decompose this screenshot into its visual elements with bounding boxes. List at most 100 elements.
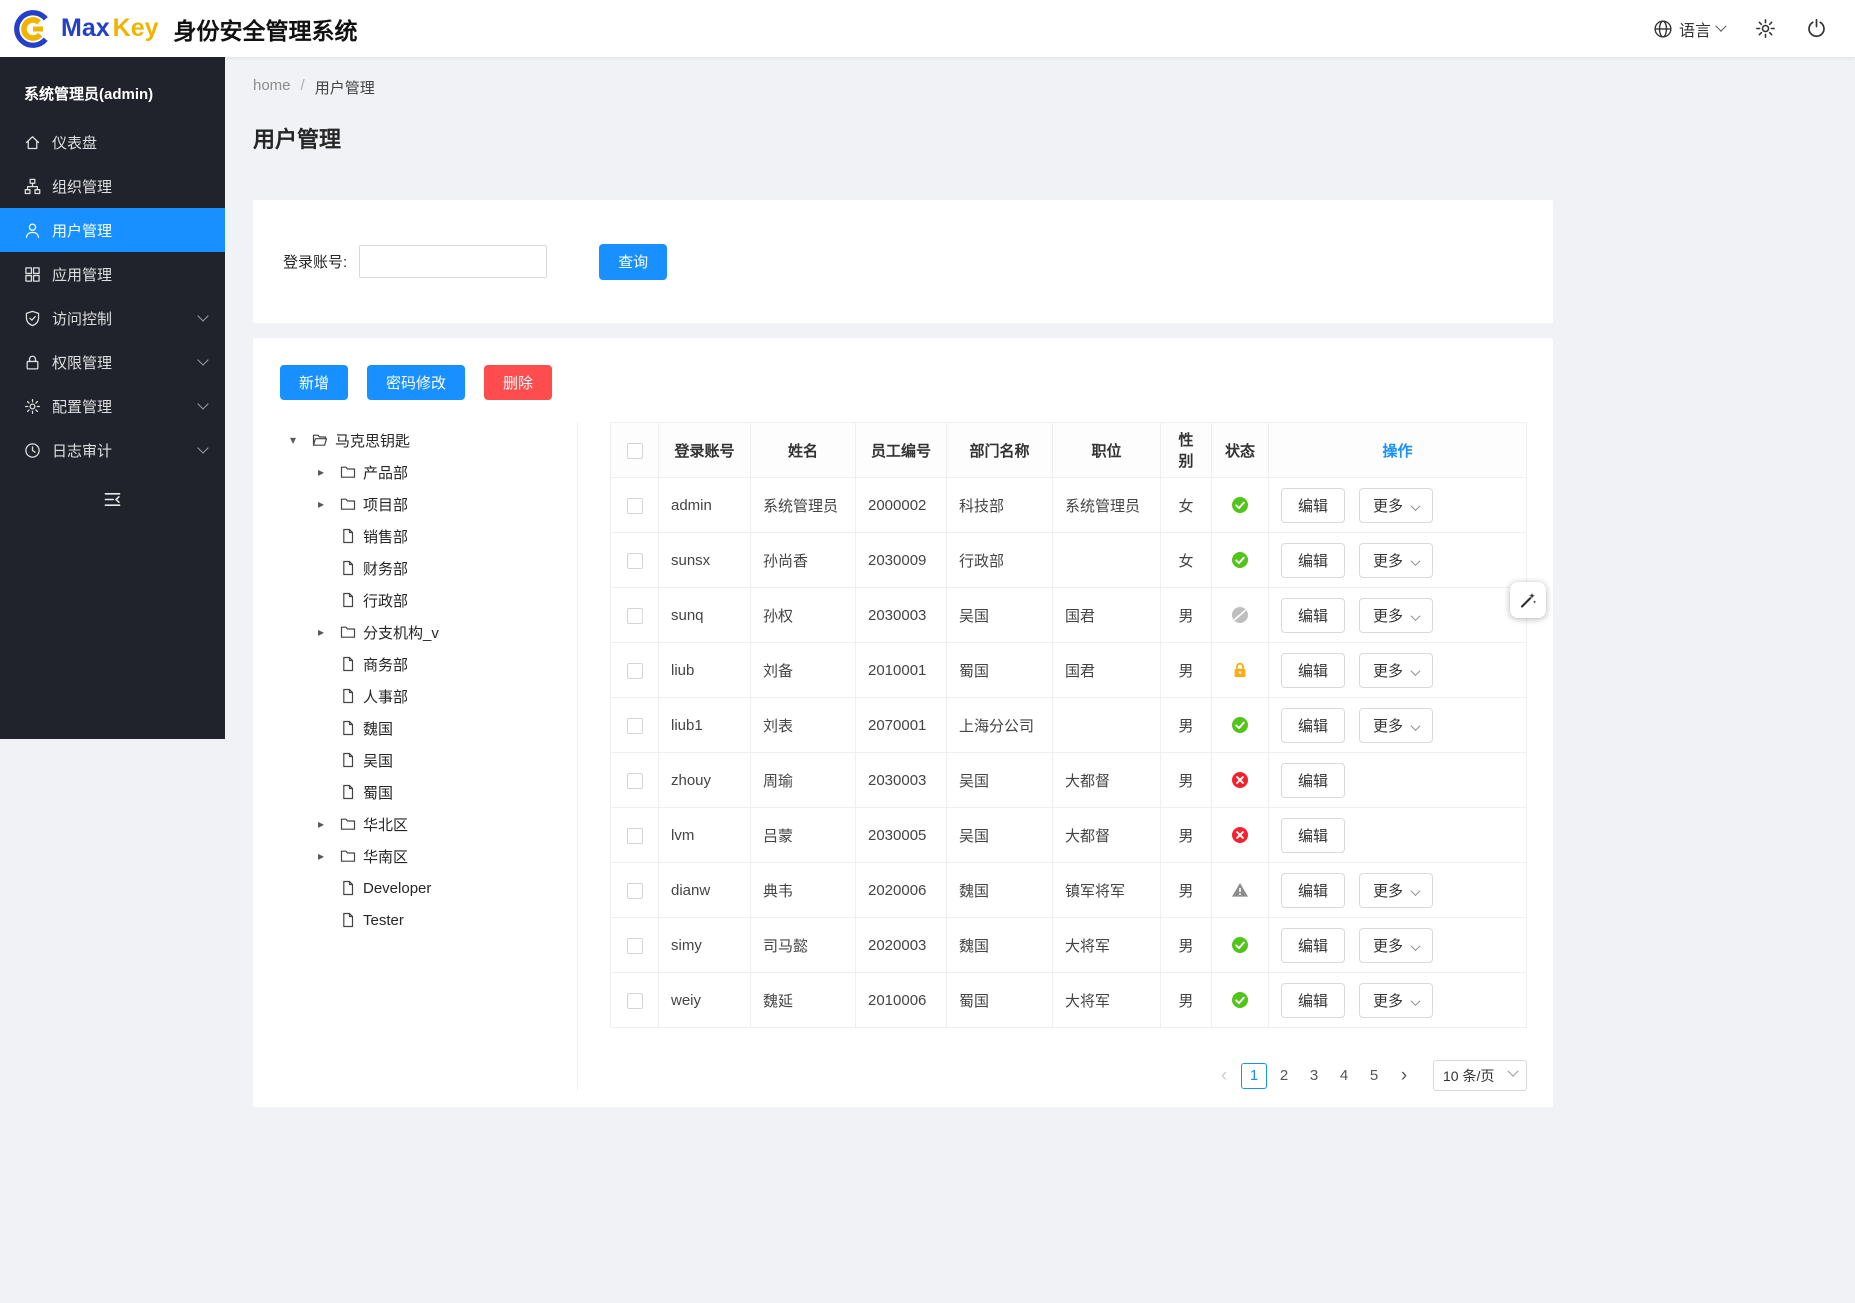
row-checkbox-cell (611, 698, 659, 753)
page-button-4[interactable]: 4 (1331, 1063, 1357, 1089)
page-size-select[interactable]: 10 条/页 (1433, 1060, 1527, 1091)
prev-page-button[interactable]: ‹ (1211, 1063, 1237, 1089)
sidebar-item-access[interactable]: 访问控制 (0, 296, 225, 340)
caret-right-icon[interactable]: ▸ (318, 465, 340, 479)
row-checkbox[interactable] (627, 718, 643, 734)
chevron-down-icon (1411, 886, 1421, 896)
tree-item[interactable]: Developer (290, 872, 577, 904)
org-icon (24, 178, 41, 195)
tree-item[interactable]: 魏国 (290, 712, 577, 744)
caret-right-icon[interactable]: ▸ (318, 817, 340, 831)
row-checkbox[interactable] (627, 883, 643, 899)
shield-icon (24, 310, 41, 327)
page-button-3[interactable]: 3 (1301, 1063, 1327, 1089)
row-checkbox[interactable] (627, 938, 643, 954)
logout-button[interactable] (1806, 18, 1827, 39)
sidebar-item-org[interactable]: 组织管理 (0, 164, 225, 208)
row-account: simy (659, 918, 751, 973)
row-checkbox[interactable] (627, 828, 643, 844)
tree-item-label: 分支机构_v (363, 622, 439, 643)
edit-button[interactable]: 编辑 (1281, 543, 1345, 578)
tree-item[interactable]: ▾马克思钥匙 (290, 424, 577, 456)
row-account: liub (659, 643, 751, 698)
more-button[interactable]: 更多 (1359, 708, 1433, 743)
sidebar-item-label: 访问控制 (52, 308, 199, 329)
tree-item[interactable]: ▸产品部 (290, 456, 577, 488)
sidebar-item-user[interactable]: 用户管理 (0, 208, 225, 252)
settings-button[interactable] (1755, 18, 1776, 39)
edit-button[interactable]: 编辑 (1281, 708, 1345, 743)
app-header: Max Key 身份安全管理系统 语言 (0, 0, 1855, 57)
row-checkbox[interactable] (627, 663, 643, 679)
query-button[interactable]: 查询 (599, 244, 667, 280)
page-button-5[interactable]: 5 (1361, 1063, 1387, 1089)
more-button[interactable]: 更多 (1359, 653, 1433, 688)
page-button-1[interactable]: 1 (1241, 1063, 1267, 1089)
more-button[interactable]: 更多 (1359, 983, 1433, 1018)
select-all-checkbox[interactable] (627, 443, 643, 459)
row-position: 大都督 (1053, 808, 1161, 863)
more-button[interactable]: 更多 (1359, 928, 1433, 963)
caret-right-icon[interactable]: ▸ (318, 849, 340, 863)
tree-item[interactable]: ▸ 分支机构_v (290, 616, 577, 648)
change-password-button[interactable]: 密码修改 (367, 365, 465, 400)
language-menu[interactable]: 语言 (1653, 17, 1725, 41)
more-button[interactable]: 更多 (1359, 543, 1433, 578)
next-page-button[interactable]: › (1391, 1063, 1417, 1089)
row-actions: 编辑更多 (1269, 478, 1527, 533)
tree-item[interactable]: 蜀国 (290, 776, 577, 808)
account-input[interactable] (359, 245, 547, 278)
sidebar-item-audit[interactable]: 日志审计 (0, 428, 225, 472)
language-label: 语言 (1679, 17, 1711, 41)
sidebar-item-label: 配置管理 (52, 396, 199, 417)
edit-button[interactable]: 编辑 (1281, 818, 1345, 853)
tree-item[interactable]: 人事部 (290, 680, 577, 712)
tree-item[interactable]: 行政部 (290, 584, 577, 616)
sidebar-item-config[interactable]: 配置管理 (0, 384, 225, 428)
edit-button[interactable]: 编辑 (1281, 598, 1345, 633)
row-checkbox-cell (611, 918, 659, 973)
caret-right-icon[interactable]: ▸ (318, 625, 340, 639)
edit-button[interactable]: 编辑 (1281, 763, 1345, 798)
row-account: weiy (659, 973, 751, 1028)
row-name: 孙尚香 (751, 533, 856, 588)
row-checkbox[interactable] (627, 553, 643, 569)
more-button[interactable]: 更多 (1359, 873, 1433, 908)
edit-button[interactable]: 编辑 (1281, 873, 1345, 908)
tree-item[interactable]: 吴国 (290, 744, 577, 776)
page-button-2[interactable]: 2 (1271, 1063, 1297, 1089)
row-checkbox[interactable] (627, 608, 643, 624)
delete-button[interactable]: 删除 (484, 365, 552, 400)
edit-button[interactable]: 编辑 (1281, 488, 1345, 523)
row-gender: 男 (1161, 863, 1212, 918)
row-checkbox[interactable] (627, 993, 643, 1009)
caret-down-icon[interactable]: ▾ (290, 433, 312, 447)
status-inactive-icon (1231, 771, 1249, 789)
more-button[interactable]: 更多 (1359, 598, 1433, 633)
file-icon (340, 528, 356, 544)
breadcrumb-home-link[interactable]: home (253, 77, 291, 98)
add-button[interactable]: 新增 (280, 365, 348, 400)
caret-right-icon[interactable]: ▸ (318, 497, 340, 511)
sidebar-item-perm[interactable]: 权限管理 (0, 340, 225, 384)
chevron-down-icon (1411, 721, 1421, 731)
tree-item[interactable]: 商务部 (290, 648, 577, 680)
file-icon (340, 752, 356, 768)
tree-item[interactable]: ▸项目部 (290, 488, 577, 520)
tree-item[interactable]: 财务部 (290, 552, 577, 584)
floating-extension-button[interactable] (1510, 582, 1546, 618)
edit-button[interactable]: 编辑 (1281, 928, 1345, 963)
tree-item[interactable]: ▸华南区 (290, 840, 577, 872)
sidebar: 系统管理员(admin) 仪表盘组织管理用户管理应用管理访问控制权限管理配置管理… (0, 57, 225, 739)
tree-item[interactable]: ▸华北区 (290, 808, 577, 840)
edit-button[interactable]: 编辑 (1281, 983, 1345, 1018)
tree-item[interactable]: 销售部 (290, 520, 577, 552)
row-checkbox[interactable] (627, 498, 643, 514)
sidebar-item-dashboard[interactable]: 仪表盘 (0, 120, 225, 164)
more-button[interactable]: 更多 (1359, 488, 1433, 523)
row-checkbox[interactable] (627, 773, 643, 789)
tree-item[interactable]: Tester (290, 904, 577, 936)
edit-button[interactable]: 编辑 (1281, 653, 1345, 688)
sidebar-item-app[interactable]: 应用管理 (0, 252, 225, 296)
menu-collapse-button[interactable] (0, 478, 225, 521)
